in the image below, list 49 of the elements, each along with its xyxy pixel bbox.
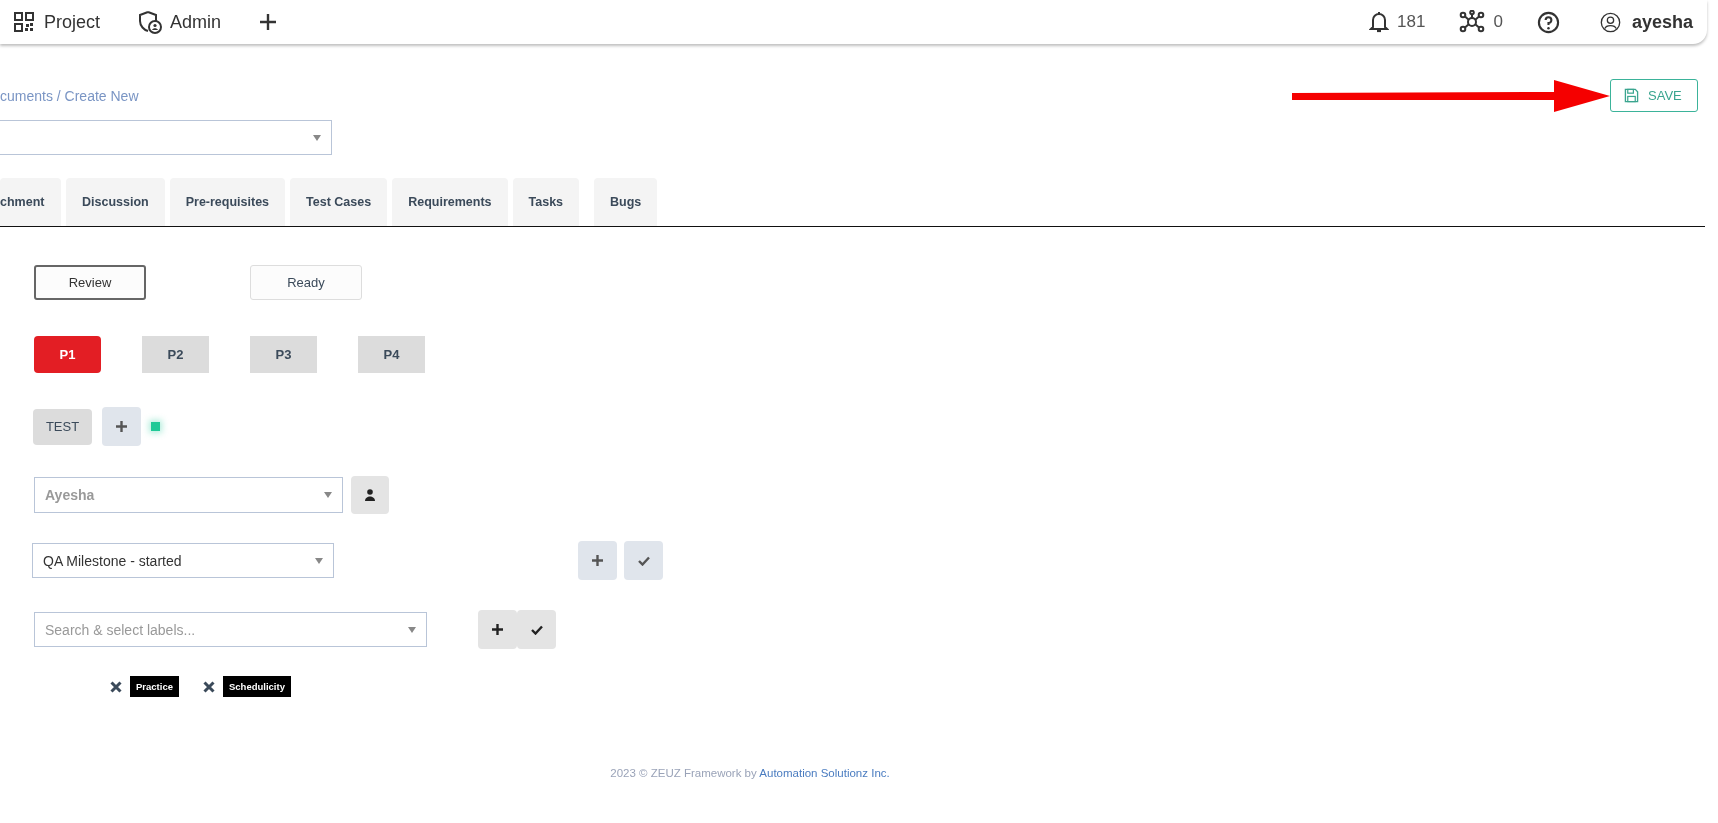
shield-user-icon: [138, 10, 163, 34]
status-button[interactable]: Review: [34, 265, 146, 300]
caret-icon: [324, 492, 332, 498]
add-button[interactable]: [578, 541, 617, 580]
status-button[interactable]: Ready: [250, 265, 362, 300]
priority-button[interactable]: P4: [358, 336, 425, 373]
label-chip: Schedulicity: [223, 676, 291, 697]
tab[interactable]: Requirements: [392, 178, 508, 226]
bell-icon: [1369, 11, 1390, 33]
assign-button[interactable]: [351, 476, 389, 514]
check-icon: [637, 555, 650, 566]
plus-icon: [592, 555, 603, 566]
add-tag-button[interactable]: [102, 407, 141, 446]
help-icon[interactable]: [1536, 10, 1560, 34]
nav-link[interactable]: Admin: [138, 10, 222, 34]
tab[interactable]: Tasks: [512, 178, 580, 226]
caret-icon: [408, 626, 416, 633]
milestone-select[interactable]: QA Milestone - started: [32, 543, 334, 578]
plus-icon: [116, 421, 127, 432]
priority-button[interactable]: P1: [34, 336, 101, 373]
tag-label: TEST: [33, 408, 92, 445]
tab[interactable]: chment: [0, 178, 61, 226]
network-icon: [1459, 10, 1486, 34]
user-icon: [1599, 11, 1621, 33]
caret-icon: [315, 557, 323, 564]
remove-icon[interactable]: [203, 680, 215, 693]
caret-icon: [313, 134, 321, 141]
check-icon: [530, 624, 543, 635]
nav-link[interactable]: Project: [14, 11, 101, 33]
connections-link[interactable]: 0: [1459, 10, 1503, 34]
tab[interactable]: Bugs: [594, 178, 658, 226]
user-menu[interactable]: ayesha: [1599, 11, 1693, 33]
priority-button[interactable]: P3: [250, 336, 317, 373]
person-icon: [365, 489, 375, 501]
confirm-button[interactable]: [517, 610, 556, 649]
label-chip: Practice: [130, 676, 179, 697]
plus-icon: [492, 624, 503, 635]
status-indicator: [151, 422, 160, 431]
add-button[interactable]: [478, 610, 517, 649]
tab[interactable]: Pre-requisites: [169, 178, 286, 226]
grid-icon: [14, 12, 34, 32]
priority-button[interactable]: P2: [142, 336, 209, 373]
footer-link[interactable]: Automation Solutionz Inc.: [759, 767, 890, 779]
tab[interactable]: Discussion: [66, 178, 165, 226]
remove-icon[interactable]: [110, 680, 122, 693]
notifications-link[interactable]: 181: [1369, 11, 1426, 33]
add-icon[interactable]: [259, 13, 278, 31]
tab[interactable]: Test Cases: [290, 178, 388, 226]
footer-text: 2023 © ZEUZ Framework by Automation Solutionz Inc.: [609, 767, 891, 779]
